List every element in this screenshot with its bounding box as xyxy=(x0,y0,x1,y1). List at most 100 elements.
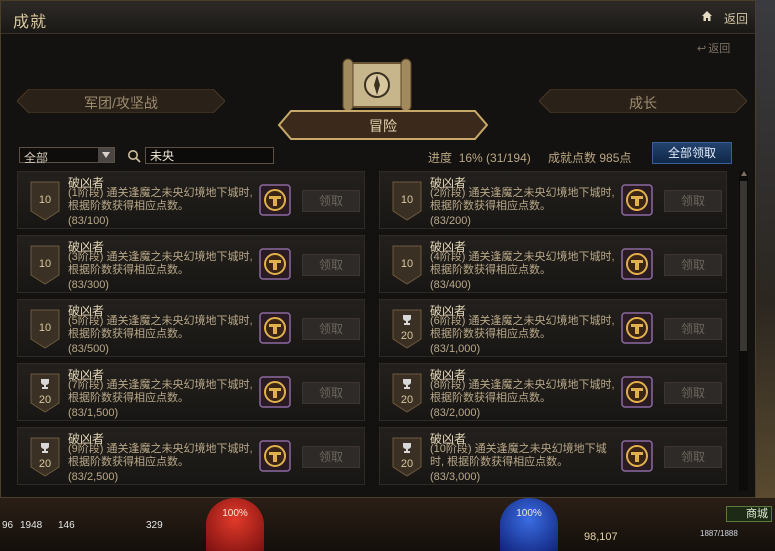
claim-button[interactable]: 领取 xyxy=(664,254,722,276)
achievement-progress: (83/1,500) xyxy=(68,407,119,419)
mp-orb-value: 100% xyxy=(516,508,542,519)
reward-item-icon[interactable] xyxy=(259,440,291,472)
achievement-card: 10 破凶者 (2阶段) 通关逢魔之未央幻境地下城时, 根据阶数获得相应点数。 (83… xyxy=(379,171,727,229)
tab-growth[interactable]: 成长 xyxy=(539,89,747,113)
trophy-icon xyxy=(403,315,411,325)
category-select-value: 全部 xyxy=(24,151,49,165)
trophy-icon xyxy=(403,379,411,389)
badge-points: 10 xyxy=(400,194,414,206)
scrollbar-thumb[interactable] xyxy=(740,181,747,351)
back-button[interactable]: 返回 xyxy=(724,10,748,27)
achievement-card: 20 破凶者 (10阶段) 通关逢魔之未央幻境地下城时, 根据阶数获得相应点数。 (8… xyxy=(379,427,727,485)
reward-item-icon[interactable] xyxy=(259,248,291,280)
reward-item-icon[interactable] xyxy=(621,184,653,216)
achievement-progress: (83/2,000) xyxy=(430,407,481,419)
reward-item-icon[interactable] xyxy=(259,312,291,344)
achievement-list: 10 破凶者 (1阶段) 通关逢魔之未央幻境地下城时, 根据阶数获得相应点数。 (83… xyxy=(17,171,729,491)
hud-slot-3[interactable]: 146 xyxy=(58,520,75,531)
claim-all-button[interactable]: 全部领取 xyxy=(652,142,732,164)
hud-slot-2[interactable]: 1948 xyxy=(20,520,42,531)
sub-back-button[interactable]: ↩ 返回 xyxy=(697,40,730,56)
achievement-badge: 20 xyxy=(30,437,60,477)
achievement-badge: 20 xyxy=(392,373,422,413)
search-input[interactable] xyxy=(145,147,274,164)
achievement-description: (9阶段) 通关逢魔之未央幻境地下城时, 根据阶数获得相应点数。 xyxy=(68,443,253,468)
scroll-compass-icon xyxy=(342,58,412,112)
trophy-icon xyxy=(41,379,49,389)
sub-back-label: 返回 xyxy=(708,43,731,55)
badge-points: 10 xyxy=(400,258,414,270)
achievement-badge: 10 xyxy=(30,181,60,221)
hp-bar-text: 1887/1888 xyxy=(700,529,738,538)
gold-amount: 98,107 xyxy=(584,531,618,543)
progress-label: 进度 xyxy=(428,151,453,165)
achievement-description: (8阶段) 通关逢魔之未央幻境地下城时, 根据阶数获得相应点数。 xyxy=(430,379,615,404)
hp-orb-value: 100% xyxy=(222,508,248,519)
reward-item-icon[interactable] xyxy=(621,376,653,408)
achievement-card: 20 破凶者 (6阶段) 通关逢魔之未央幻境地下城时, 根据阶数获得相应点数。 (83… xyxy=(379,299,727,357)
category-select[interactable]: 全部 xyxy=(19,147,115,165)
progress-value: 16% (31/194) xyxy=(458,151,531,165)
claim-button[interactable]: 领取 xyxy=(664,446,722,468)
achievement-description: (1阶段) 通关逢魔之未央幻境地下城时, 根据阶数获得相应点数。 xyxy=(68,187,253,212)
achievement-card: 20 破凶者 (7阶段) 通关逢魔之未央幻境地下城时, 根据阶数获得相应点数。 (83… xyxy=(17,363,365,421)
tab-adventure[interactable]: 冒险 xyxy=(277,109,489,141)
trophy-icon xyxy=(403,443,411,453)
achievement-window: 成就 返回 ↩返回 军团/攻坚战 成长 冒险 全部 进度 16% (31/194… xyxy=(0,0,756,498)
progress-text: 进度 16% (31/194) xyxy=(428,149,531,166)
points-value: 985点 xyxy=(599,151,632,165)
achievement-progress: (83/300) xyxy=(68,279,109,291)
claim-button[interactable]: 领取 xyxy=(302,382,360,404)
shop-button[interactable]: 商城 xyxy=(726,506,772,522)
achievement-progress: (83/100) xyxy=(68,215,109,227)
achievement-badge: 10 xyxy=(392,181,422,221)
achievement-progress: (83/2,500) xyxy=(68,471,119,483)
achievement-description: (3阶段) 通关逢魔之未央幻境地下城时, 根据阶数获得相应点数。 xyxy=(68,251,253,276)
badge-points: 10 xyxy=(38,258,52,270)
title-bar[interactable]: 成就 返回 xyxy=(1,1,755,34)
achievement-badge: 10 xyxy=(392,245,422,285)
reward-item-icon[interactable] xyxy=(621,248,653,280)
achievement-progress: (83/200) xyxy=(430,215,471,227)
achievement-badge: 20 xyxy=(392,437,422,477)
achievement-badge: 20 xyxy=(30,373,60,413)
hud-slot-4[interactable]: 329 xyxy=(146,520,163,531)
achievement-badge: 20 xyxy=(392,309,422,349)
claim-button[interactable]: 领取 xyxy=(664,318,722,340)
reward-item-icon[interactable] xyxy=(259,376,291,408)
achievement-card: 10 破凶者 (4阶段) 通关逢魔之未央幻境地下城时, 根据阶数获得相应点数。 (83… xyxy=(379,235,727,293)
badge-points: 20 xyxy=(400,458,414,470)
claim-button[interactable]: 领取 xyxy=(302,254,360,276)
chevron-down-icon[interactable] xyxy=(98,148,114,162)
achievement-card: 10 破凶者 (5阶段) 通关逢魔之未央幻境地下城时, 根据阶数获得相应点数。 (83… xyxy=(17,299,365,357)
tab-legion-siege[interactable]: 军团/攻坚战 xyxy=(17,89,225,113)
badge-points: 20 xyxy=(38,458,52,470)
badge-points: 20 xyxy=(38,394,52,406)
achievement-description: (4阶段) 通关逢魔之未央幻境地下城时, 根据阶数获得相应点数。 xyxy=(430,251,615,276)
points-text: 成就点数 985点 xyxy=(548,149,631,166)
badge-points: 20 xyxy=(400,394,414,406)
claim-button[interactable]: 领取 xyxy=(302,318,360,340)
scroll-up-icon[interactable] xyxy=(741,171,747,176)
trophy-icon xyxy=(41,443,49,453)
hud-slot-1[interactable]: 96 xyxy=(2,520,13,531)
game-hud xyxy=(0,498,775,551)
claim-button[interactable]: 领取 xyxy=(302,446,360,468)
reward-item-icon[interactable] xyxy=(621,440,653,472)
reward-item-icon[interactable] xyxy=(259,184,291,216)
badge-points: 10 xyxy=(38,322,52,334)
claim-button[interactable]: 领取 xyxy=(664,190,722,212)
points-label: 成就点数 xyxy=(548,151,597,165)
achievement-badge: 10 xyxy=(30,245,60,285)
tab-legion-siege-label: 军团/攻坚战 xyxy=(84,95,158,111)
shop-label: 商城 xyxy=(746,508,768,520)
hp-orb: 100% xyxy=(206,498,264,551)
list-scrollbar[interactable] xyxy=(739,171,748,491)
search-icon xyxy=(128,150,141,163)
reward-item-icon[interactable] xyxy=(621,312,653,344)
achievement-description: (6阶段) 通关逢魔之未央幻境地下城时, 根据阶数获得相应点数。 xyxy=(430,315,615,340)
home-icon[interactable] xyxy=(701,10,713,22)
claim-button[interactable]: 领取 xyxy=(302,190,360,212)
claim-button[interactable]: 领取 xyxy=(664,382,722,404)
achievement-card: 20 破凶者 (9阶段) 通关逢魔之未央幻境地下城时, 根据阶数获得相应点数。 (83… xyxy=(17,427,365,485)
